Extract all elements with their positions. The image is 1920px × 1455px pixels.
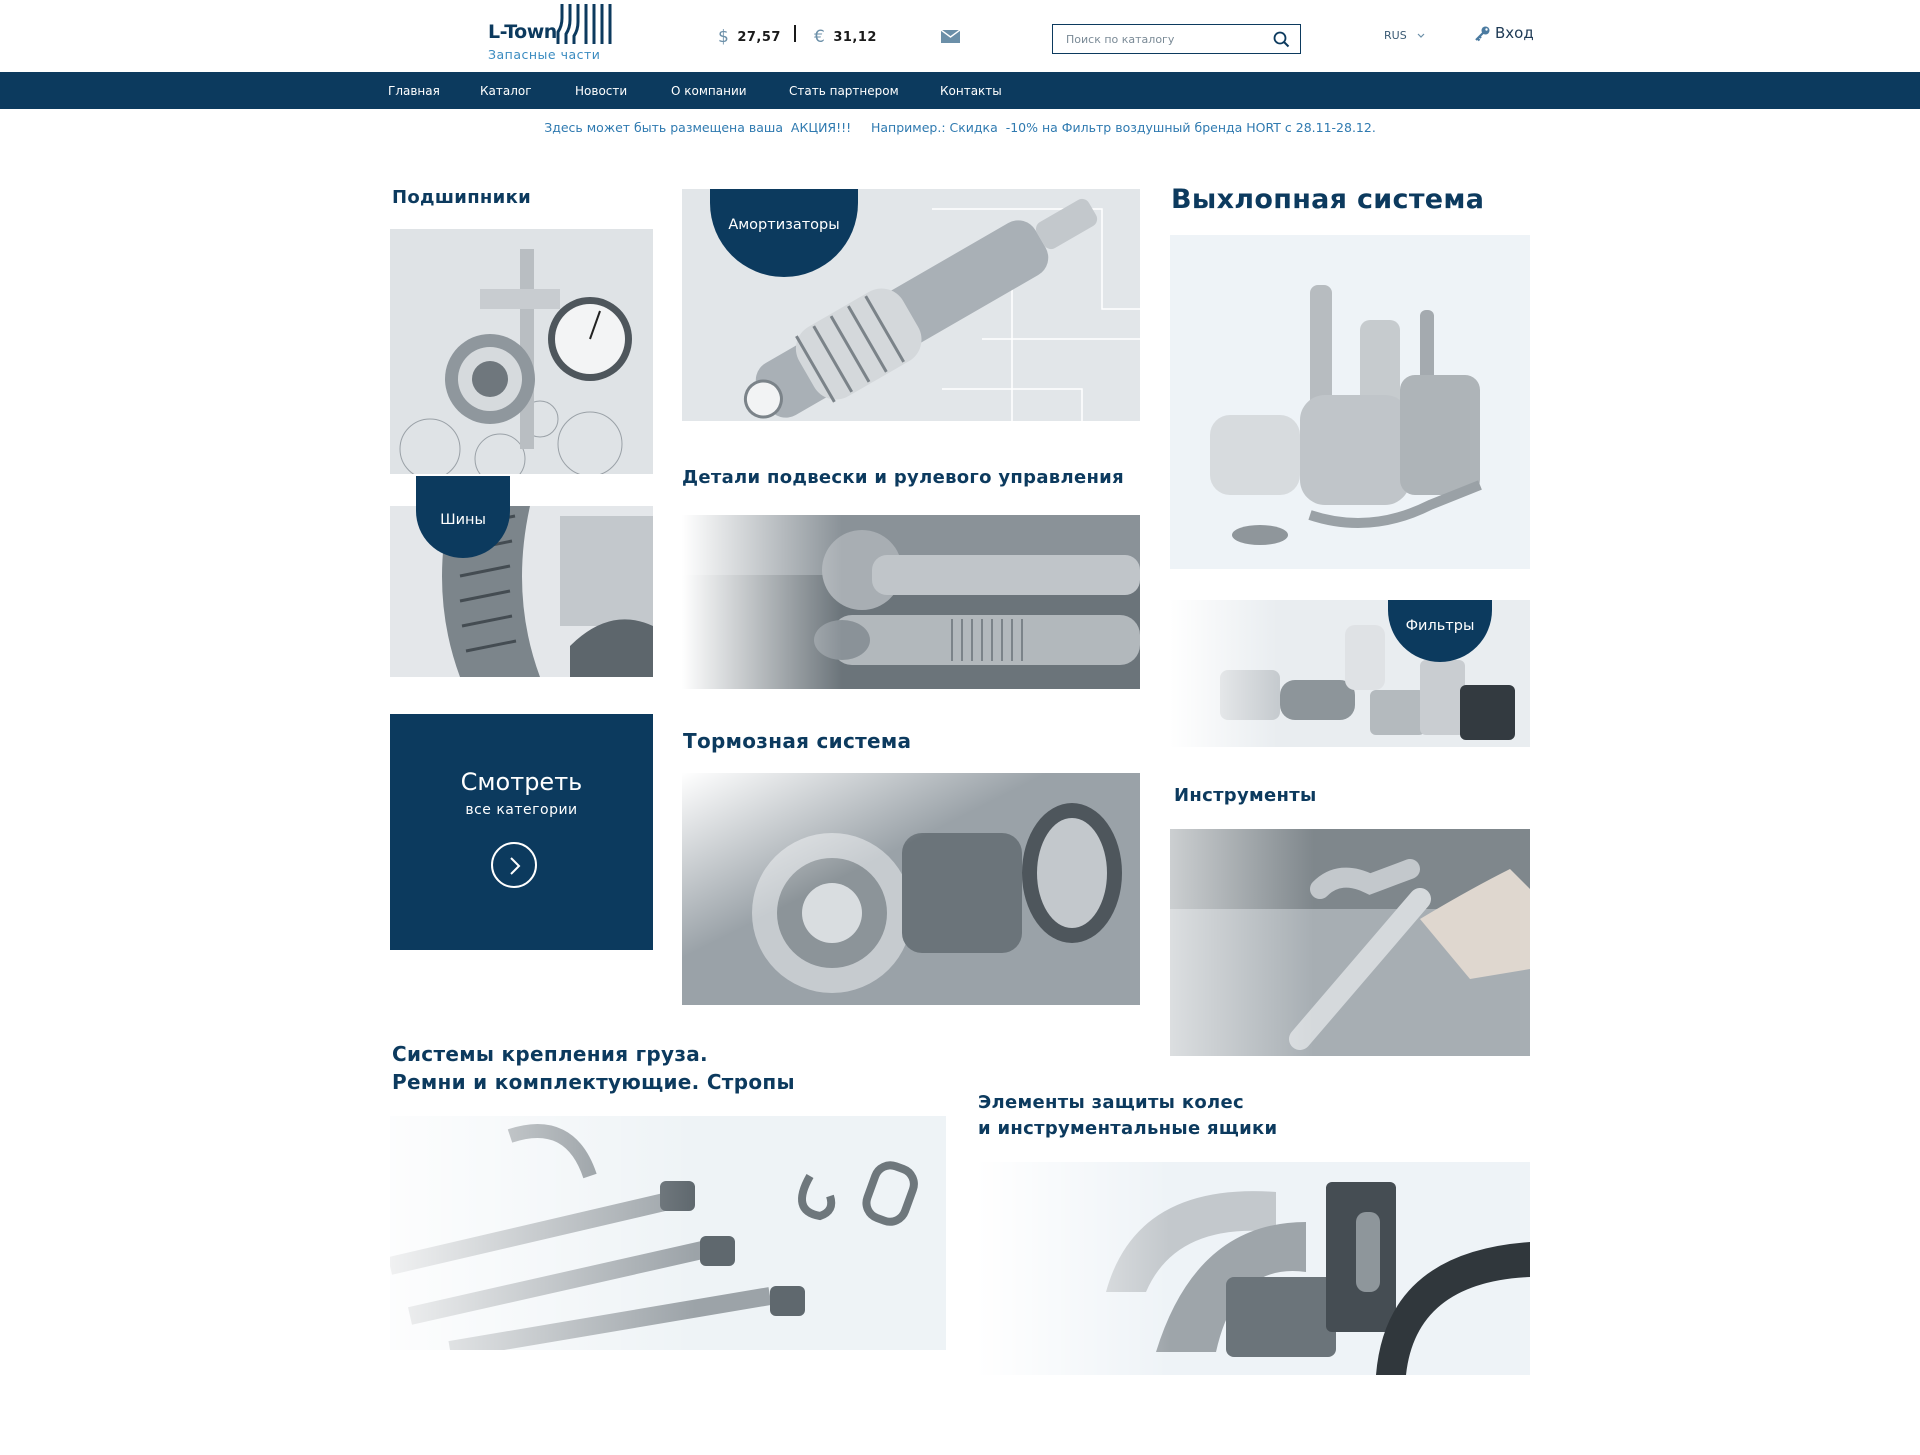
category-image-bearings[interactable] [390,229,653,474]
logo[interactable]: L-Town Запасные части [488,2,613,64]
chevron-right-icon [510,857,521,875]
nav-item-catalog[interactable]: Каталог [480,84,532,98]
eur-rate: €31,12 [814,26,877,47]
nav-item-news[interactable]: Новости [575,84,627,98]
promo-banner[interactable]: Здесь может быть размещена ваша АКЦИЯ!!!… [0,120,1920,135]
nav-item-about[interactable]: О компании [671,84,747,98]
euro-icon: € [814,27,826,47]
search-icon[interactable] [1273,31,1290,48]
suspension-illustration [682,515,1140,689]
tools-illustration [1170,829,1530,1056]
rate-divider [794,25,796,42]
language-selector[interactable]: RUS [1384,29,1425,42]
category-title-tools[interactable]: Инструменты [1174,785,1317,806]
envelope-icon[interactable] [941,30,960,43]
main-nav: Главная Каталог Новости О компании Стать… [0,72,1920,109]
login-label: Вход [1495,24,1534,42]
usd-rate: $27,57 [718,26,781,47]
view-all-subtitle: все категории [465,802,578,818]
category-image-brakes[interactable] [682,773,1140,1005]
login-button[interactable]: Вход [1474,24,1534,42]
exhaust-illustration [1170,235,1530,569]
bearings-illustration [390,229,653,474]
category-title-cargo-line2[interactable]: Ремни и комплектующие. Стропы [392,1068,795,1096]
view-all-arrow-button[interactable] [491,842,537,888]
cargo-straps-illustration [390,1116,946,1350]
category-title-wheel-line1[interactable]: Элементы защиты колес [978,1092,1244,1113]
nav-item-partner[interactable]: Стать партнером [789,84,899,98]
category-image-cargo[interactable] [390,1116,946,1350]
category-title-bearings[interactable]: Подшипники [392,187,531,208]
key-icon [1475,26,1490,41]
brakes-illustration [682,773,1140,1005]
view-all-categories[interactable]: Смотреть все категории [390,714,653,950]
nav-item-home[interactable]: Главная [388,84,440,98]
category-image-wheel-protection[interactable] [976,1162,1530,1375]
chevron-down-icon [1417,33,1425,38]
logo-tagline: Запасные части [488,47,601,62]
dollar-icon: $ [718,27,730,47]
language-label: RUS [1384,29,1407,42]
category-image-tools[interactable] [1170,829,1530,1056]
view-all-title: Смотреть [460,768,583,796]
category-title-cargo-line1[interactable]: Системы крепления груза. [392,1040,708,1068]
category-image-suspension[interactable] [682,515,1140,689]
category-title-exhaust[interactable]: Выхлопная система [1171,184,1484,215]
category-title-brakes[interactable]: Тормозная система [683,727,911,755]
logo-name: L-Town [488,21,557,43]
category-title-suspension[interactable]: Детали подвески и рулевого управления [682,467,1124,488]
category-image-exhaust[interactable] [1170,235,1530,569]
wheel-protection-illustration [976,1162,1530,1375]
logo-stripes-icon [556,4,612,44]
site-header: L-Town Запасные части $27,57 €31,12 RUS … [0,0,1920,72]
nav-item-contacts[interactable]: Контакты [940,84,1002,98]
category-title-wheel-line2[interactable]: и инструментальные ящики [978,1118,1277,1139]
search-input[interactable] [1053,25,1263,53]
search-box [1052,24,1301,54]
eur-rate-value: 31,12 [833,30,877,45]
usd-rate-value: 27,57 [737,30,781,45]
